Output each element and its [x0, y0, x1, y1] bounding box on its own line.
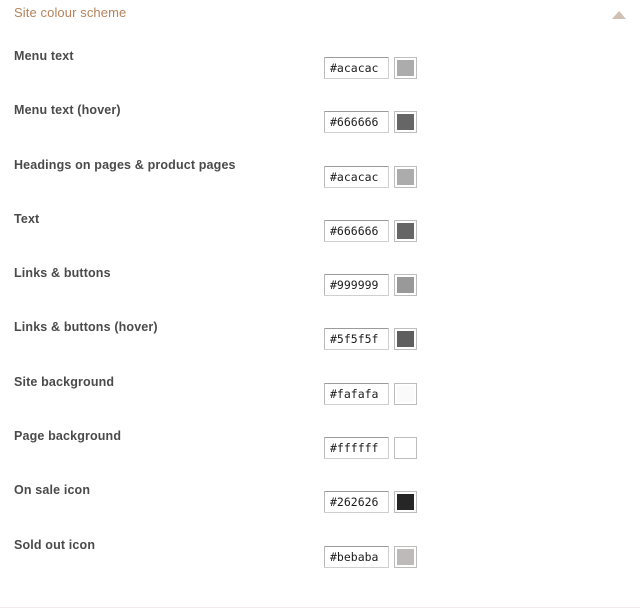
colour-field-group: [324, 545, 417, 568]
colour-swatch-button[interactable]: [394, 437, 417, 460]
colour-swatch-fill: [397, 331, 414, 348]
colour-field-group: [324, 274, 417, 297]
colour-row: Site background: [0, 375, 640, 429]
colour-row-label: Text: [14, 211, 40, 226]
colour-row-label: Menu text (hover): [14, 103, 121, 118]
colour-row: Menu text (hover): [0, 103, 640, 157]
colour-swatch-button[interactable]: [394, 57, 417, 79]
colour-swatch-button[interactable]: [394, 545, 417, 568]
colour-field-group: [324, 219, 417, 242]
hex-colour-input[interactable]: [324, 328, 389, 351]
colour-swatch-fill: [397, 60, 414, 76]
colour-row: Links & buttons (hover): [0, 320, 640, 374]
colour-swatch-button[interactable]: [394, 328, 417, 351]
colour-swatch-fill: [397, 548, 414, 565]
panel-divider: [0, 607, 640, 608]
colour-row-label: Headings on pages & product pages: [14, 157, 236, 172]
colour-swatch-button[interactable]: [394, 491, 417, 514]
colour-row-label: Sold out icon: [14, 537, 96, 552]
colour-swatch-fill: [397, 385, 414, 402]
hex-colour-input[interactable]: [324, 491, 389, 514]
colour-swatch-button[interactable]: [394, 382, 417, 405]
hex-colour-input[interactable]: [324, 382, 389, 405]
hex-colour-input[interactable]: [324, 111, 389, 134]
colour-row: On sale icon: [0, 483, 640, 537]
colour-row-label: Links & buttons (hover): [14, 320, 158, 335]
panel-header: Site colour scheme: [0, 0, 640, 30]
colour-swatch-button[interactable]: [394, 111, 417, 134]
colour-row: Page background: [0, 429, 640, 483]
colour-field-group: [324, 437, 417, 460]
colour-row-label: Page background: [14, 429, 122, 444]
colour-swatch-button[interactable]: [394, 165, 417, 188]
hex-colour-input[interactable]: [324, 219, 389, 242]
triangle-up-icon[interactable]: [611, 9, 627, 21]
colour-field-group: [324, 382, 417, 405]
colour-swatch-fill: [397, 277, 414, 294]
colour-swatch-fill: [397, 114, 414, 131]
colour-rows-list: Menu text Menu text (hover) Headings on pa…: [0, 49, 640, 592]
page-title: Site colour scheme: [14, 5, 127, 20]
colour-row-label: Menu text: [14, 49, 74, 63]
hex-colour-input[interactable]: [324, 57, 389, 79]
colour-row-label: On sale icon: [14, 483, 91, 498]
colour-row-label: Links & buttons: [14, 266, 111, 281]
colour-row: Headings on pages & product pages: [0, 158, 640, 212]
colour-swatch-fill: [397, 168, 414, 185]
colour-row: Menu text: [0, 49, 640, 103]
colour-row: Sold out icon: [0, 538, 640, 592]
colour-field-group: [324, 111, 417, 134]
colour-row-label: Site background: [14, 374, 115, 389]
colour-field-group: [324, 165, 417, 188]
hex-colour-input[interactable]: [324, 545, 389, 568]
colour-swatch-button[interactable]: [394, 274, 417, 297]
colour-field-group: [324, 328, 417, 351]
colour-swatch-fill: [397, 494, 414, 511]
colour-field-group: [324, 57, 417, 79]
triangle-up-glyph: [612, 11, 626, 19]
hex-colour-input[interactable]: [324, 165, 389, 188]
colour-swatch-fill: [397, 222, 414, 239]
colour-row: Text: [0, 212, 640, 266]
colour-row: Links & buttons: [0, 266, 640, 320]
hex-colour-input[interactable]: [324, 274, 389, 297]
hex-colour-input[interactable]: [324, 437, 389, 460]
colour-field-group: [324, 491, 417, 514]
colour-swatch-button[interactable]: [394, 219, 417, 242]
colour-swatch-fill: [397, 440, 414, 457]
site-colour-scheme-panel: Site colour scheme Menu text Menu text (h…: [0, 0, 640, 614]
